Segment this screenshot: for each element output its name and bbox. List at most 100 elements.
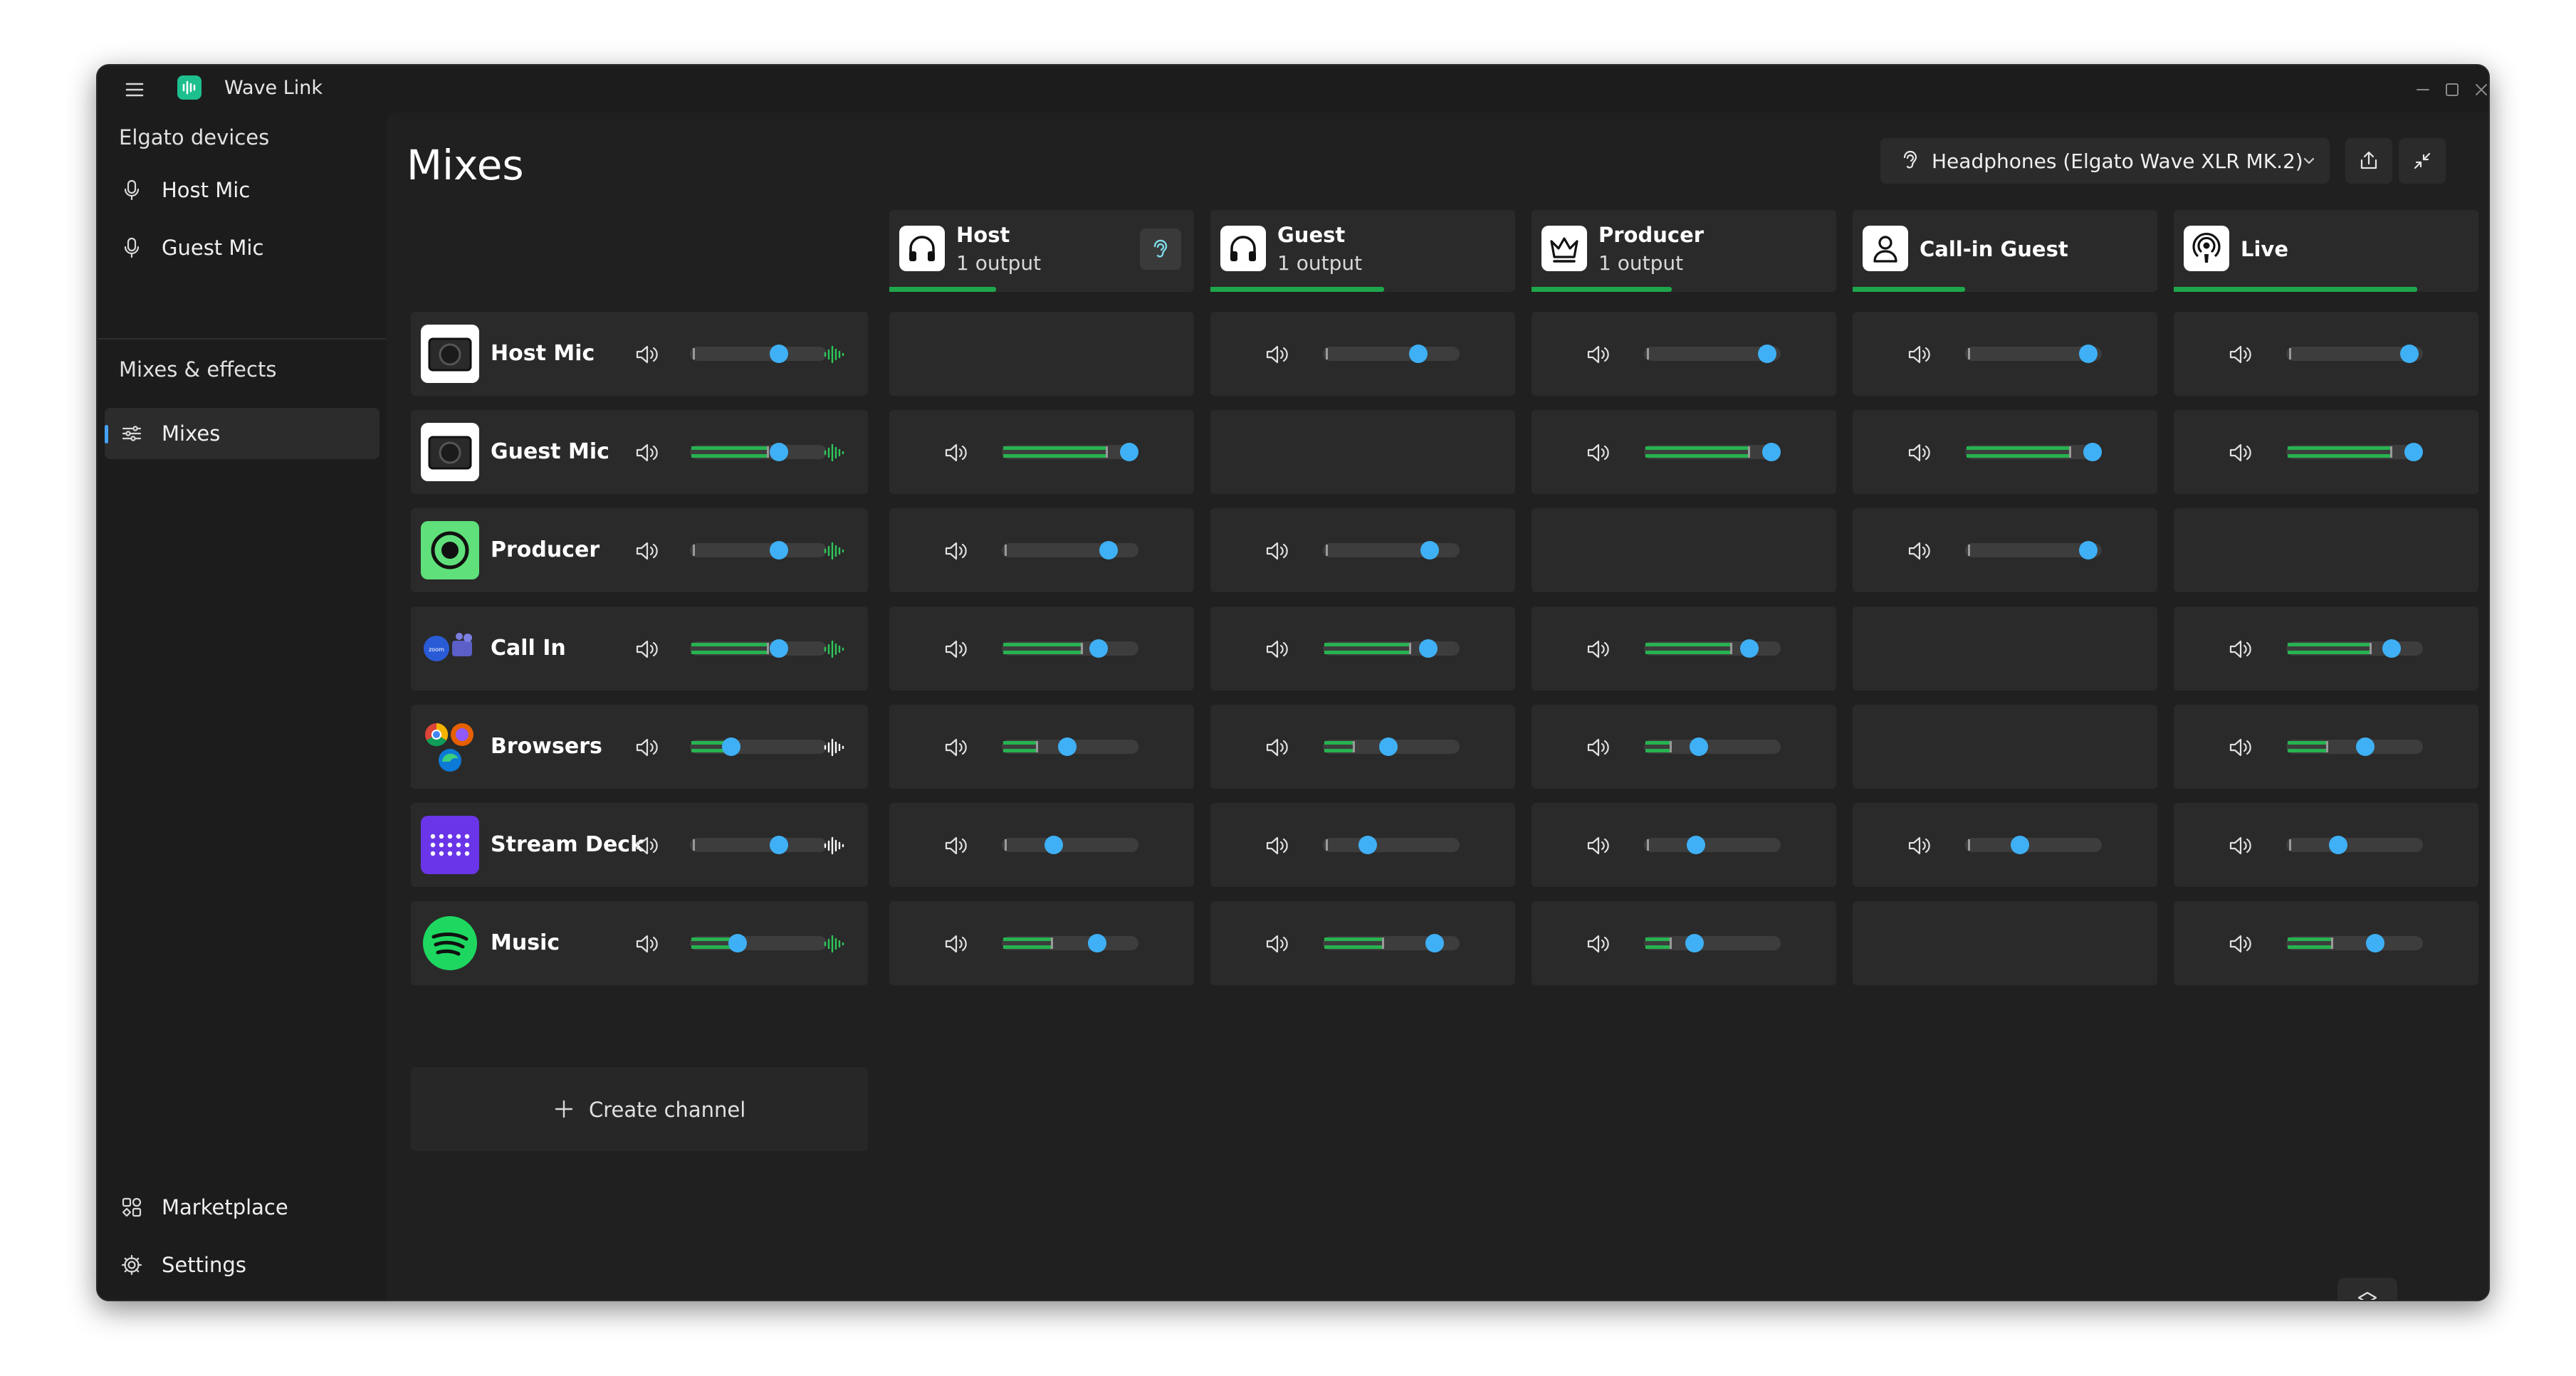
volume-slider[interactable]	[2286, 443, 2423, 461]
effects-waveform-icon[interactable]	[822, 737, 847, 758]
volume-slider[interactable]	[690, 443, 827, 461]
volume-slider[interactable]	[1323, 836, 1460, 854]
mix-cell[interactable]	[1532, 803, 1836, 887]
speaker-icon[interactable]	[2225, 735, 2253, 760]
volume-slider[interactable]	[1323, 345, 1460, 363]
slider-thumb[interactable]	[2328, 836, 2347, 854]
mix-header-host[interactable]: Host 1 output	[889, 210, 1194, 292]
effects-waveform-icon[interactable]	[822, 540, 847, 562]
effects-waveform-icon[interactable]	[822, 933, 847, 955]
speaker-icon[interactable]	[941, 834, 969, 858]
volume-slider[interactable]	[1002, 541, 1138, 560]
speaker-icon[interactable]	[1583, 735, 1611, 760]
mix-cell[interactable]	[889, 410, 1194, 494]
slider-thumb[interactable]	[2382, 639, 2401, 658]
speaker-icon[interactable]	[2225, 441, 2253, 465]
volume-slider[interactable]	[690, 639, 827, 658]
speaker-icon[interactable]	[1583, 834, 1611, 858]
slider-thumb[interactable]	[769, 345, 788, 363]
create-channel-button[interactable]: Create channel	[411, 1067, 868, 1151]
volume-slider[interactable]	[690, 737, 827, 756]
volume-slider[interactable]	[1323, 934, 1460, 952]
slider-thumb[interactable]	[769, 541, 788, 560]
speaker-icon[interactable]	[2225, 342, 2253, 367]
slider-thumb[interactable]	[1379, 737, 1398, 756]
speaker-icon[interactable]	[941, 637, 969, 661]
speaker-icon[interactable]	[632, 342, 660, 367]
close-icon[interactable]	[2467, 75, 2490, 104]
mix-header-call-in-guest[interactable]: Call-in Guest	[1853, 210, 2157, 292]
slider-thumb[interactable]	[2010, 836, 2029, 854]
effects-waveform-icon[interactable]	[822, 442, 847, 463]
speaker-icon[interactable]	[632, 637, 660, 661]
mix-cell[interactable]	[889, 901, 1194, 985]
speaker-icon[interactable]	[632, 834, 660, 858]
volume-slider[interactable]	[1965, 443, 2102, 461]
mix-header-producer[interactable]: Producer 1 output	[1532, 210, 1836, 292]
slider-thumb[interactable]	[2078, 541, 2098, 560]
effects-waveform-icon[interactable]	[822, 639, 847, 660]
maximize-icon[interactable]	[2438, 75, 2466, 104]
volume-slider[interactable]	[1323, 737, 1460, 756]
sidebar-item-settings[interactable]: Settings	[105, 1239, 379, 1291]
slider-thumb[interactable]	[1757, 345, 1776, 363]
slider-thumb[interactable]	[2365, 934, 2384, 952]
share-button[interactable]	[2345, 138, 2392, 184]
volume-slider[interactable]	[1965, 541, 2102, 560]
speaker-icon[interactable]	[2225, 834, 2253, 858]
slider-thumb[interactable]	[1099, 541, 1118, 560]
mix-cell[interactable]	[1532, 606, 1836, 690]
mix-cell[interactable]	[1853, 410, 2157, 494]
layers-button[interactable]	[2337, 1278, 2397, 1300]
mix-cell[interactable]	[1210, 606, 1515, 690]
mix-cell[interactable]	[1210, 312, 1515, 396]
slider-thumb[interactable]	[1119, 443, 1138, 461]
effects-waveform-icon[interactable]	[822, 835, 847, 856]
sidebar-item-guest-mic[interactable]: Guest Mic	[105, 222, 379, 273]
speaker-icon[interactable]	[1262, 932, 1290, 956]
slider-thumb[interactable]	[2404, 443, 2423, 461]
minimize-icon[interactable]	[2409, 75, 2437, 104]
mix-header-live[interactable]: Live	[2174, 210, 2478, 292]
slider-thumb[interactable]	[2399, 345, 2419, 363]
speaker-icon[interactable]	[941, 735, 969, 760]
slider-thumb[interactable]	[728, 934, 748, 952]
speaker-icon[interactable]	[1262, 539, 1290, 563]
slider-thumb[interactable]	[2083, 443, 2102, 461]
speaker-icon[interactable]	[1583, 932, 1611, 956]
mix-cell[interactable]	[1532, 312, 1836, 396]
slider-thumb[interactable]	[1761, 443, 1781, 461]
slider-thumb[interactable]	[1685, 934, 1705, 952]
speaker-icon[interactable]	[632, 932, 660, 956]
speaker-icon[interactable]	[1904, 441, 1932, 465]
mix-cell[interactable]	[1210, 901, 1515, 985]
listen-button[interactable]	[1140, 229, 1181, 270]
slider-thumb[interactable]	[1044, 836, 1063, 854]
volume-slider[interactable]	[2286, 836, 2423, 854]
sidebar-item-marketplace[interactable]: Marketplace	[105, 1182, 379, 1233]
speaker-icon[interactable]	[632, 539, 660, 563]
volume-slider[interactable]	[1002, 934, 1138, 952]
volume-slider[interactable]	[1323, 541, 1460, 560]
slider-thumb[interactable]	[721, 737, 740, 756]
mix-cell[interactable]	[1532, 901, 1836, 985]
speaker-icon[interactable]	[632, 735, 660, 760]
volume-slider[interactable]	[1002, 737, 1138, 756]
sidebar-item-mixes[interactable]: Mixes	[105, 408, 379, 459]
effects-waveform-icon[interactable]	[822, 344, 847, 365]
volume-slider[interactable]	[1323, 639, 1460, 658]
mix-cell[interactable]	[1853, 803, 2157, 887]
volume-slider[interactable]	[1644, 639, 1781, 658]
volume-slider[interactable]	[690, 934, 827, 952]
volume-slider[interactable]	[690, 345, 827, 363]
slider-thumb[interactable]	[769, 443, 788, 461]
volume-slider[interactable]	[1965, 345, 2102, 363]
volume-slider[interactable]	[2286, 934, 2423, 952]
slider-thumb[interactable]	[1686, 836, 1705, 854]
volume-slider[interactable]	[1644, 836, 1781, 854]
mix-header-guest[interactable]: Guest 1 output	[1210, 210, 1515, 292]
mix-cell[interactable]	[1210, 508, 1515, 592]
mix-cell[interactable]	[1210, 803, 1515, 887]
mix-cell[interactable]	[1532, 705, 1836, 789]
speaker-icon[interactable]	[632, 441, 660, 465]
